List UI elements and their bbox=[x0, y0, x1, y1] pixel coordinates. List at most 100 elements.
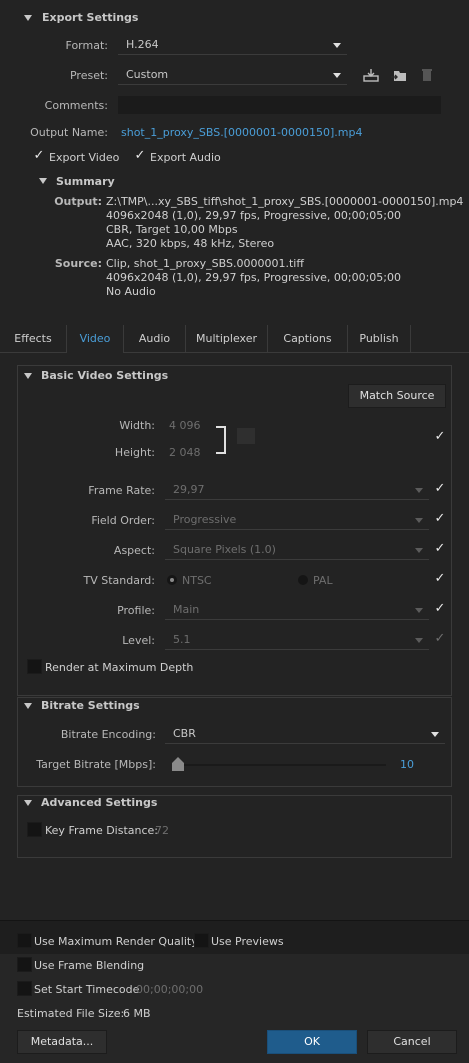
chevron-down-icon bbox=[415, 488, 423, 493]
frame-blending-checkbox[interactable] bbox=[17, 957, 32, 972]
width-height-match-checkbox[interactable]: ✓ bbox=[434, 430, 446, 443]
key-frame-distance-label: Key Frame Distance: bbox=[45, 824, 159, 837]
tv-standard-label: TV Standard: bbox=[83, 574, 156, 587]
field-order-dropdown[interactable]: Progressive bbox=[165, 511, 429, 530]
ntsc-radio[interactable] bbox=[167, 575, 177, 585]
export-audio-checkbox[interactable]: ✓ bbox=[134, 149, 146, 162]
chevron-down-icon bbox=[415, 548, 423, 553]
max-render-quality-label: Use Maximum Render Quality bbox=[34, 935, 198, 948]
collapse-summary-icon[interactable] bbox=[39, 178, 47, 184]
pal-radio[interactable] bbox=[298, 575, 308, 585]
format-value: H.264 bbox=[126, 38, 159, 51]
chain-link-icon[interactable] bbox=[237, 428, 255, 444]
link-bracket bbox=[216, 426, 226, 454]
render-max-depth-checkbox[interactable] bbox=[27, 659, 42, 674]
width-value[interactable]: 4 096 bbox=[169, 419, 201, 432]
format-dropdown[interactable]: H.264 bbox=[118, 36, 347, 55]
tab-audio[interactable]: Audio bbox=[124, 325, 186, 352]
start-timecode-checkbox[interactable] bbox=[17, 981, 32, 996]
metadata-button[interactable]: Metadata... bbox=[17, 1030, 107, 1054]
file-size-value: 6 MB bbox=[123, 1007, 151, 1020]
target-bitrate-slider-thumb[interactable] bbox=[172, 757, 184, 771]
field-order-label: Field Order: bbox=[91, 514, 155, 527]
max-render-quality-checkbox[interactable] bbox=[17, 933, 32, 948]
summary-output-text: Z:\TMP\...xy_SBS_tiff\shot_1_proxy_SBS.[… bbox=[106, 195, 463, 251]
level-dropdown[interactable]: 5.1 bbox=[165, 631, 429, 650]
bitrate-encoding-value: CBR bbox=[173, 727, 196, 740]
collapse-advanced-icon[interactable] bbox=[24, 800, 32, 806]
file-size-label: Estimated File Size: bbox=[17, 1007, 125, 1020]
level-match-checkbox[interactable]: ✓ bbox=[434, 632, 446, 645]
frame-rate-match-checkbox[interactable]: ✓ bbox=[434, 482, 446, 495]
use-previews-label: Use Previews bbox=[211, 935, 284, 948]
settings-tabs: Effects Video Audio Multiplexer Captions… bbox=[0, 325, 469, 353]
chevron-down-icon bbox=[333, 73, 341, 78]
summary-title: Summary bbox=[56, 175, 115, 188]
format-label: Format: bbox=[65, 39, 108, 52]
advanced-title: Advanced Settings bbox=[41, 796, 158, 809]
aspect-dropdown[interactable]: Square Pixels (1.0) bbox=[165, 541, 429, 560]
ok-button[interactable]: OK bbox=[267, 1030, 357, 1054]
height-value[interactable]: 2 048 bbox=[169, 446, 201, 459]
start-timecode-label: Set Start Timecode bbox=[34, 983, 140, 996]
frame-rate-value: 29,97 bbox=[173, 483, 205, 496]
bitrate-encoding-dropdown[interactable]: CBR bbox=[165, 725, 445, 744]
aspect-match-checkbox[interactable]: ✓ bbox=[434, 542, 446, 555]
profile-value: Main bbox=[173, 603, 200, 616]
tv-standard-match-checkbox[interactable]: ✓ bbox=[434, 572, 446, 585]
summary-output-line: AAC, 320 kbps, 48 kHz, Stereo bbox=[106, 237, 275, 250]
profile-label: Profile: bbox=[117, 604, 155, 617]
profile-dropdown[interactable]: Main bbox=[165, 601, 429, 620]
pal-label: PAL bbox=[313, 574, 333, 587]
summary-source-line: 4096x2048 (1,0), 29,97 fps, Progressive,… bbox=[106, 271, 402, 284]
chevron-down-icon bbox=[431, 732, 439, 737]
tab-captions[interactable]: Captions bbox=[268, 325, 348, 352]
output-name-link[interactable]: shot_1_proxy_SBS.[0000001-0000150].mp4 bbox=[121, 126, 362, 139]
target-bitrate-value[interactable]: 10 bbox=[400, 758, 414, 771]
save-preset-icon[interactable] bbox=[363, 68, 379, 82]
chevron-down-icon bbox=[415, 638, 423, 643]
collapse-export-settings-icon[interactable] bbox=[24, 15, 32, 21]
chevron-down-icon bbox=[415, 608, 423, 613]
aspect-label: Aspect: bbox=[113, 544, 155, 557]
match-source-button[interactable]: Match Source bbox=[348, 384, 446, 408]
preset-dropdown[interactable]: Custom bbox=[118, 66, 347, 85]
ntsc-label: NTSC bbox=[182, 574, 212, 587]
summary-source-text: Clip, shot_1_proxy_SBS.0000001.tiff 4096… bbox=[106, 257, 401, 299]
export-video-checkbox[interactable]: ✓ bbox=[33, 149, 45, 162]
collapse-bitrate-icon[interactable] bbox=[24, 703, 32, 709]
tab-video[interactable]: Video bbox=[67, 325, 124, 353]
preset-label: Preset: bbox=[69, 69, 108, 82]
frame-rate-label: Frame Rate: bbox=[88, 484, 155, 497]
field-order-match-checkbox[interactable]: ✓ bbox=[434, 512, 446, 525]
target-bitrate-slider-track[interactable] bbox=[178, 764, 386, 766]
comments-field[interactable] bbox=[118, 96, 441, 114]
key-frame-distance-value[interactable]: 72 bbox=[155, 824, 169, 837]
delete-preset-icon[interactable] bbox=[419, 68, 435, 82]
comments-label: Comments: bbox=[44, 99, 108, 112]
import-preset-icon[interactable] bbox=[391, 68, 407, 82]
basic-video-title: Basic Video Settings bbox=[41, 369, 169, 382]
collapse-basic-video-icon[interactable] bbox=[24, 373, 32, 379]
summary-output-label: Output: bbox=[54, 195, 102, 208]
level-label: Level: bbox=[122, 634, 155, 647]
chevron-down-icon bbox=[415, 518, 423, 523]
key-frame-distance-checkbox[interactable] bbox=[27, 822, 42, 837]
summary-output-line: CBR, Target 10,00 Mbps bbox=[106, 223, 238, 236]
render-max-depth-label: Render at Maximum Depth bbox=[45, 661, 194, 674]
tab-multiplexer[interactable]: Multiplexer bbox=[186, 325, 268, 352]
tab-publish[interactable]: Publish bbox=[348, 325, 411, 352]
tab-effects[interactable]: Effects bbox=[0, 325, 67, 352]
summary-source-label: Source: bbox=[54, 257, 102, 270]
preset-value: Custom bbox=[126, 68, 169, 81]
start-timecode-value[interactable]: 00;00;00;00 bbox=[136, 983, 203, 996]
profile-match-checkbox[interactable]: ✓ bbox=[434, 602, 446, 615]
bitrate-encoding-label: Bitrate Encoding: bbox=[60, 728, 156, 741]
use-previews-checkbox[interactable] bbox=[194, 933, 209, 948]
frame-rate-dropdown[interactable]: 29,97 bbox=[165, 481, 429, 500]
cancel-button[interactable]: Cancel bbox=[367, 1030, 457, 1054]
aspect-value: Square Pixels (1.0) bbox=[173, 543, 276, 556]
height-label: Height: bbox=[114, 446, 155, 459]
output-name-label: Output Name: bbox=[30, 126, 108, 139]
summary-output-line: 4096x2048 (1,0), 29,97 fps, Progressive,… bbox=[106, 209, 402, 222]
